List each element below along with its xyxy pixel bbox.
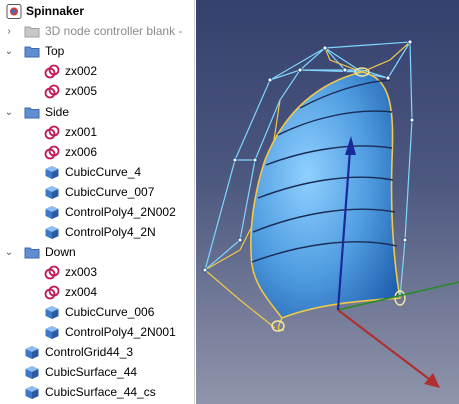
tree-item-label: Spinnaker: [26, 4, 85, 18]
document-icon: [6, 4, 22, 19]
axis-x-line: [337, 309, 434, 383]
tree-item-label: CubicCurve_007: [65, 185, 155, 199]
link-icon: [44, 145, 60, 160]
tree-item-label: CubicCurve_4: [65, 165, 142, 179]
tree-item-label: Down: [45, 245, 76, 259]
tree-item-label: zx006: [65, 145, 98, 159]
tree-item-label: CubicSurface_44: [45, 365, 138, 379]
axis-x-arrowhead: [424, 373, 440, 388]
link-icon: [44, 265, 60, 280]
link-icon: [44, 64, 60, 79]
tree-item-label: ControlPoly4_2N002: [65, 205, 176, 219]
3d-viewport[interactable]: [196, 0, 459, 404]
tree-item-label: zx002: [65, 64, 98, 78]
chevron-down-icon[interactable]: ⌄: [4, 103, 14, 122]
cube-icon: [44, 305, 60, 320]
chevron-right-icon[interactable]: ›: [4, 22, 14, 41]
folder-icon: [24, 105, 40, 120]
tree-item-label: CubicSurface_44_cs: [45, 385, 156, 399]
folder-icon: [24, 24, 40, 39]
cube-icon: [44, 185, 60, 200]
cube-icon: [44, 165, 60, 180]
sail-surface: [250, 71, 401, 319]
tree-item-label: zx004: [65, 285, 98, 299]
model-tree-panel[interactable]: Spinnaker › 3D node controller blank - ⌄…: [0, 0, 195, 404]
viewport-scene: [202, 39, 459, 388]
folder-icon: [24, 245, 40, 260]
tree-item-label: zx001: [65, 125, 98, 139]
cube-icon: [44, 325, 60, 340]
link-icon: [44, 84, 60, 99]
tree-item-label: zx005: [65, 84, 98, 98]
tree-item-label: zx003: [65, 265, 98, 279]
tree-item-label: ControlGrid44_3: [45, 345, 134, 359]
folder-icon: [24, 44, 40, 59]
link-icon: [44, 125, 60, 140]
cube-icon: [44, 225, 60, 240]
chevron-down-icon[interactable]: ⌄: [4, 42, 14, 61]
app-window: Spinnaker › 3D node controller blank - ⌄…: [0, 0, 459, 404]
tree-item-label: Top: [45, 44, 65, 58]
cube-icon: [24, 385, 40, 400]
tree-item-label: CubicCurve_006: [65, 305, 155, 319]
cube-icon: [24, 345, 40, 360]
tree-item-label: ControlPoly4_2N001: [65, 325, 176, 339]
tree-item-label: Side: [45, 105, 70, 119]
cube-icon: [24, 365, 40, 380]
cube-icon: [44, 205, 60, 220]
chevron-down-icon[interactable]: ⌄: [4, 243, 14, 262]
link-icon: [44, 285, 60, 300]
tree-item-label: ControlPoly4_2N: [65, 225, 156, 239]
tree-item-label: 3D node controller blank -: [45, 24, 183, 38]
